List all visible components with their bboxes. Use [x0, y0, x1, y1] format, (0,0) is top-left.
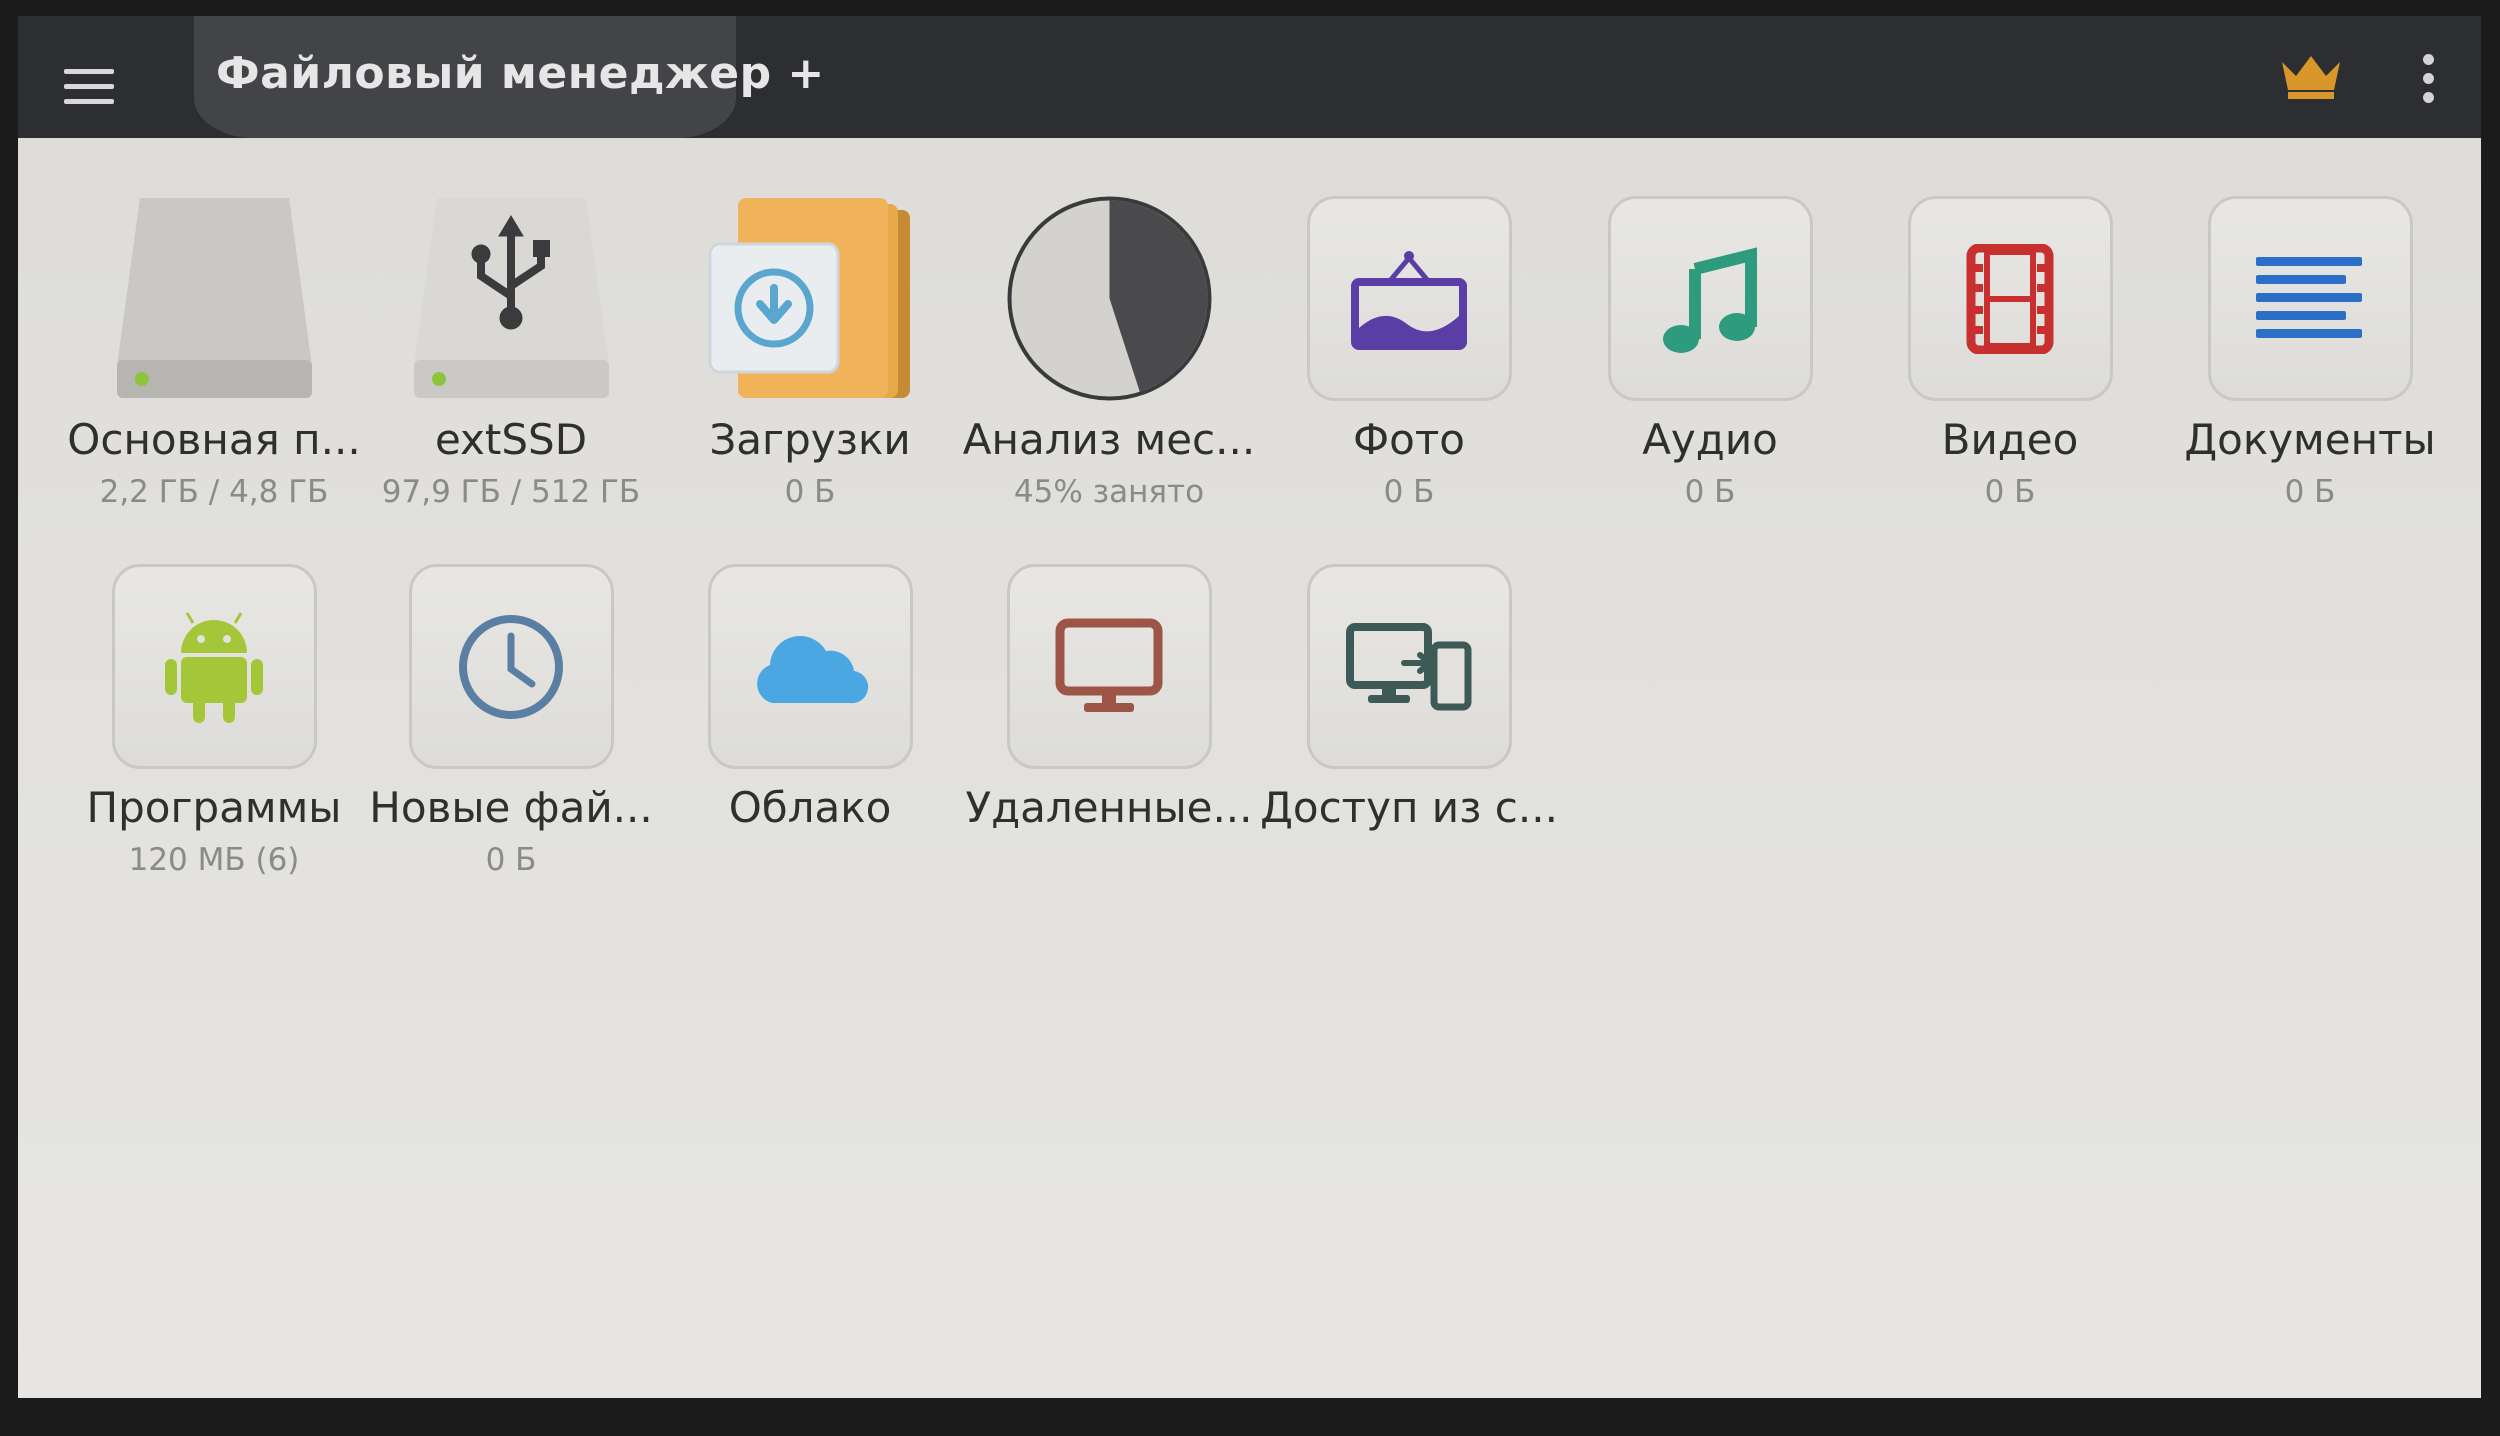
tile-network-access[interactable]: Доступ из с... — [1259, 564, 1559, 904]
clock-icon — [408, 564, 614, 769]
tile-label: Аудио — [1642, 415, 1778, 464]
internal-storage-icon — [112, 196, 317, 401]
tile-label: Загрузки — [709, 415, 911, 464]
tile-size: 0 Б — [1684, 474, 1736, 510]
tile-label: Облако — [728, 783, 892, 832]
document-lines-icon — [2207, 196, 2413, 401]
monitor-icon — [1006, 564, 1212, 769]
tile-downloads[interactable]: Загрузки 0 Б — [660, 196, 960, 536]
tile-label: Фото — [1352, 415, 1465, 464]
tile-storage-analysis[interactable]: Анализ мес... 45% занято — [959, 196, 1259, 536]
crown-icon[interactable] — [2276, 46, 2346, 106]
app-screen: Файловый менеджер + Основная п... 2,2 ГБ… — [18, 16, 2481, 1398]
storage-analysis-pie-icon — [1007, 196, 1212, 401]
tile-photo[interactable]: Фото 0 Б — [1259, 196, 1559, 536]
remote-access-devices-icon — [1306, 564, 1512, 769]
tile-label: Анализ мес... — [962, 415, 1256, 464]
tile-apps[interactable]: Программы 120 МБ (6) — [64, 564, 364, 904]
tile-size: 97,9 ГБ / 512 ГБ — [381, 474, 641, 510]
tile-size: 2,2 ГБ / 4,8 ГБ — [99, 474, 329, 510]
tile-documents[interactable]: Документы 0 Б — [2160, 196, 2460, 536]
tile-size: 0 Б — [485, 842, 537, 878]
tile-label: extSSD — [434, 415, 588, 464]
tile-label: Документы — [2184, 415, 2436, 464]
downloads-folder-icon — [708, 196, 913, 401]
tile-label: Новые фай... — [369, 783, 653, 832]
app-bar: Файловый менеджер + — [18, 16, 2481, 138]
more-vertical-icon[interactable] — [2408, 46, 2448, 110]
tile-remote[interactable]: Удаленные... — [959, 564, 1259, 904]
tile-size: 0 Б — [2284, 474, 2336, 510]
tile-size: 0 Б — [784, 474, 836, 510]
film-icon — [1907, 196, 2113, 401]
tile-label: Удаленные... — [965, 783, 1253, 832]
tile-ext-ssd[interactable]: extSSD 97,9 ГБ / 512 ГБ — [361, 196, 661, 536]
tile-label: Основная п... — [67, 415, 361, 464]
tile-internal-storage[interactable]: Основная п... 2,2 ГБ / 4,8 ГБ — [64, 196, 364, 536]
tile-recent-files[interactable]: Новые фай... 0 Б — [361, 564, 661, 904]
tile-label: Видео — [1941, 415, 2079, 464]
tile-video[interactable]: Видео 0 Б — [1860, 196, 2160, 536]
cloud-icon — [707, 564, 913, 769]
tile-audio[interactable]: Аудио 0 Б — [1560, 196, 1860, 536]
tile-size: 120 МБ (6) — [128, 842, 300, 878]
android-icon — [111, 564, 317, 769]
hamburger-menu-icon[interactable] — [44, 50, 134, 122]
tile-label: Доступ из с... — [1260, 783, 1558, 832]
photo-icon — [1306, 196, 1512, 401]
tile-size: 0 Б — [1984, 474, 2036, 510]
tile-usage: 45% занято — [1013, 474, 1205, 510]
tile-cloud[interactable]: Облако — [660, 564, 960, 904]
tile-label: Программы — [86, 783, 342, 832]
app-title: Файловый менеджер + — [216, 48, 825, 99]
tile-size: 0 Б — [1383, 474, 1435, 510]
music-note-icon — [1607, 196, 1813, 401]
usb-storage-icon — [409, 196, 614, 401]
